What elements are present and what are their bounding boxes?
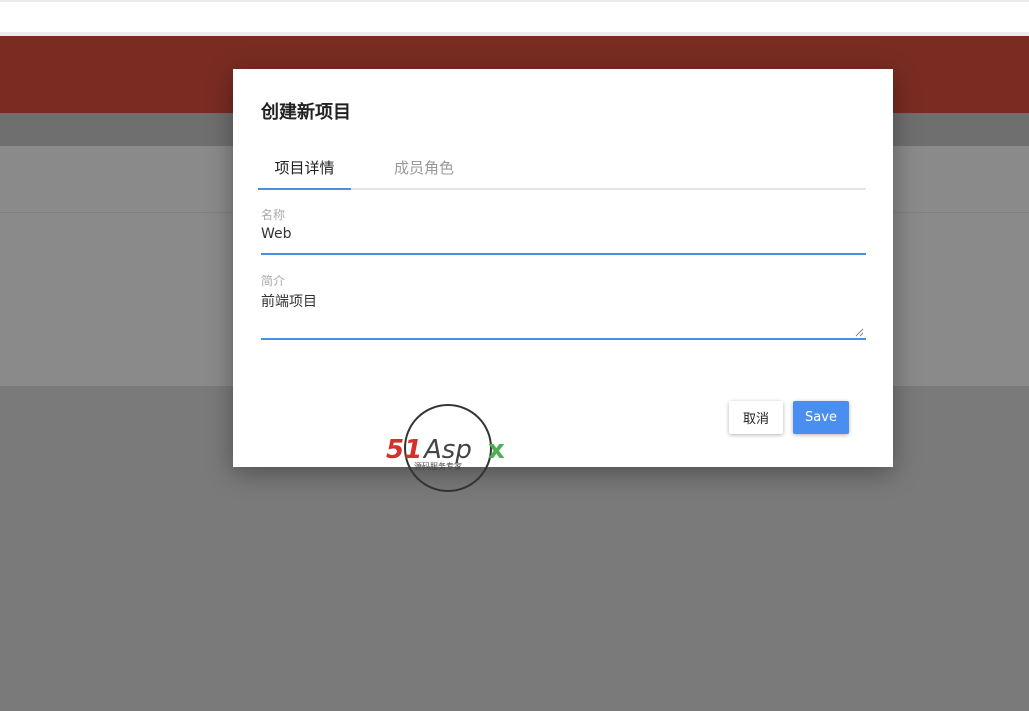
description-underline (261, 338, 866, 340)
cancel-button[interactable]: 取消 (729, 401, 783, 434)
tab-label: 项目详情 (274, 159, 335, 177)
svg-text:源码服务专家: 源码服务专家 (414, 461, 462, 471)
name-input[interactable]: Web (261, 226, 292, 242)
dialog-tabs: 项目详情 成员角色 (258, 151, 866, 190)
address-area (0, 2, 1029, 32)
resize-grip-icon[interactable] (854, 327, 864, 337)
svg-text:Asp: Asp (422, 435, 472, 465)
watermark-logo: 51 Asp x 源码服务专家 (386, 404, 505, 492)
tab-project-details[interactable]: 项目详情 (258, 151, 351, 190)
save-button[interactable]: Save (793, 401, 849, 434)
tab-label: 成员角色 (393, 159, 454, 177)
name-input-underline (261, 253, 866, 255)
create-project-dialog: 创建新项目 项目详情 成员角色 名称 Web 简介 前端项目 取消 Save (233, 69, 893, 467)
name-field-label: 名称 (261, 208, 286, 222)
svg-text:51: 51 (386, 435, 422, 465)
page: 创建新项目 项目详情 成员角色 名称 Web 简介 前端项目 取消 Save 5… (0, 0, 1029, 711)
active-tab-indicator (258, 188, 351, 190)
browser-top-strip (0, 0, 1029, 36)
description-textarea[interactable]: 前端项目 (261, 291, 317, 311)
description-field-label: 简介 (261, 274, 286, 288)
tab-member-roles[interactable]: 成员角色 (370, 151, 478, 188)
svg-text:x: x (488, 435, 505, 465)
dialog-title: 创建新项目 (261, 102, 351, 123)
